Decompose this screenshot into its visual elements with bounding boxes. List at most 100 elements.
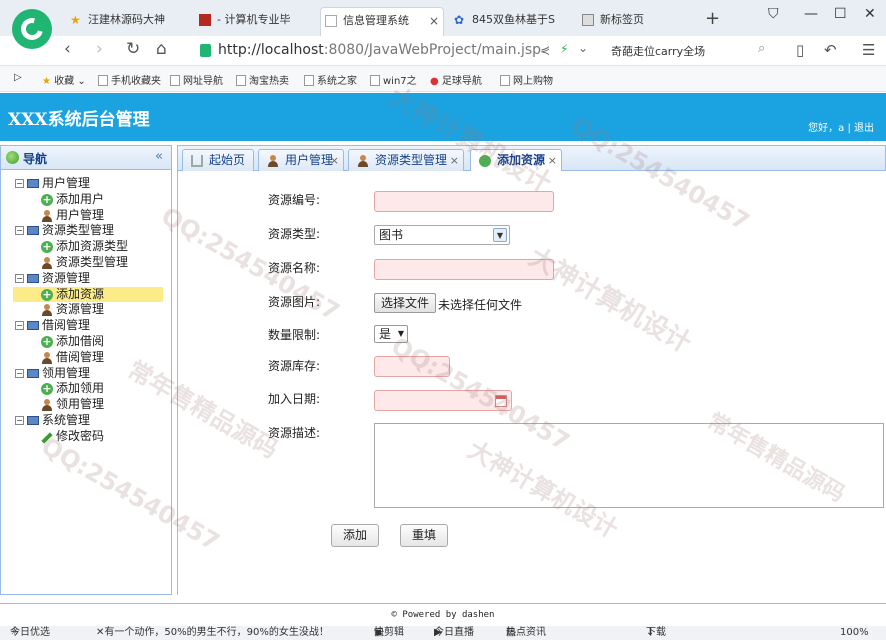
tab-user-manage[interactable]: 用户管理 × (258, 149, 344, 171)
tree-group[interactable]: − 资源管理 (1, 271, 171, 287)
add-date-input[interactable] (374, 390, 512, 411)
quantity-limit-select[interactable]: 是 ▼ (374, 325, 408, 343)
limit-label: 数量限制: (268, 328, 321, 342)
collapse-toggle-icon[interactable]: − (15, 273, 24, 283)
browser-tab-5[interactable]: 新标签页 (578, 7, 688, 36)
calendar-icon[interactable] (495, 395, 507, 407)
phone-icon[interactable]: ▯ (796, 41, 804, 59)
tree-item[interactable]: + 添加用户 (1, 192, 171, 208)
user-icon (41, 209, 53, 222)
chevron-down-icon: ▼ (397, 329, 404, 338)
tree-item[interactable]: + 添加借阅 (1, 334, 171, 350)
chevron-down-icon[interactable]: ⌄ (578, 41, 588, 55)
collapse-toggle-icon[interactable]: − (15, 415, 24, 425)
page-icon (500, 75, 510, 86)
bookmark-win7[interactable]: win7之 (370, 72, 417, 87)
home-icon[interactable]: ⌂ (156, 39, 167, 59)
site-icon (199, 14, 211, 26)
tree-item[interactable]: 资源管理 (1, 302, 171, 318)
browser-tab-2[interactable]: - 计算机专业毕 (195, 7, 315, 36)
add-button[interactable]: 添加 (331, 524, 379, 547)
shirt-icon[interactable]: ⛉ (768, 6, 779, 22)
menu-icon[interactable]: ☰ (862, 41, 875, 59)
search-icon[interactable]: ⌕ (758, 41, 765, 56)
resource-code-input[interactable] (374, 191, 554, 212)
bookmark-system[interactable]: 系统之家 (304, 72, 357, 87)
tree-item[interactable]: 借阅管理 (1, 350, 171, 366)
share-icon[interactable]: ⋞ (540, 43, 550, 57)
stock-label: 资源库存: (268, 359, 321, 373)
close-tab-icon[interactable]: × (429, 8, 439, 34)
bookmark-shopping[interactable]: 网上购物 (500, 72, 553, 87)
tree-item[interactable]: 领用管理 (1, 397, 171, 413)
add-icon: + (41, 382, 53, 396)
close-window-icon[interactable]: ✕ (864, 6, 876, 22)
tree-group[interactable]: − 资源类型管理 (1, 223, 171, 239)
bookmark-taobao[interactable]: 淘宝热卖 (236, 72, 289, 87)
resource-stock-input[interactable] (374, 356, 450, 377)
choose-file-button[interactable]: 选择文件 (374, 293, 437, 313)
monitor-icon (27, 179, 39, 188)
page-icon (98, 75, 108, 86)
user-icon (41, 399, 53, 412)
tree-group[interactable]: − 用户管理 (1, 176, 171, 192)
tree-group[interactable]: − 领用管理 (1, 366, 171, 382)
maximize-icon[interactable]: ☐ (834, 6, 847, 22)
tree-item[interactable]: 资源类型管理 (1, 255, 171, 271)
user-logout-text[interactable]: 您好，a | 退出 (808, 119, 874, 134)
minimize-icon[interactable]: — (804, 6, 818, 22)
browser-tab-1[interactable]: ★ 汪建林源码大神 (66, 7, 184, 36)
refresh-icon[interactable]: ↻ (126, 39, 140, 59)
tab-resource-type-manage[interactable]: 资源类型管理 × (348, 149, 464, 171)
tree-item[interactable]: 修改密码 (1, 429, 171, 445)
close-tab-icon[interactable]: × (450, 150, 459, 171)
nav-panel: 导航 « − 用户管理 + 添加用户 用户管理 − 资源类型管理 + 添加资源类型 资源类型管理 −… (0, 145, 172, 595)
add-icon: + (41, 192, 53, 206)
forward-icon[interactable]: › (96, 39, 103, 59)
zoom-level[interactable]: 100% (840, 626, 869, 640)
tab-add-resource[interactable]: 添加资源 × (470, 149, 562, 172)
bookmark-nav[interactable]: 网址导航 (170, 72, 223, 87)
browser-tab-active[interactable]: 信息管理系统 × (320, 7, 444, 36)
url-field[interactable]: http://localhost:8080/JavaWebProject/mai… (196, 40, 786, 62)
tree-item[interactable]: + 添加资源 (1, 286, 171, 303)
new-tab-button[interactable]: + (705, 8, 720, 29)
sidebar-toggle-icon[interactable]: ▷ (14, 72, 22, 83)
lightning-icon[interactable]: ⚡ (560, 42, 568, 56)
page-icon (325, 15, 337, 27)
collapse-toggle-icon[interactable]: − (15, 321, 24, 331)
collapse-toggle-icon[interactable]: − (15, 226, 24, 236)
bookmark-favorites[interactable]: ★ 收藏 ⌄ (42, 72, 86, 87)
tree-group[interactable]: − 借阅管理 (1, 318, 171, 334)
star-icon: ★ (70, 13, 81, 27)
chevron-down-icon: ▼ (493, 228, 507, 242)
browser-tab-4[interactable]: ✿ 845双鱼林基于S (450, 7, 570, 36)
page-icon (236, 75, 246, 86)
resource-type-select[interactable]: 图书 ▼ (374, 225, 510, 245)
close-tab-icon[interactable]: × (330, 150, 339, 171)
resource-name-input[interactable] (374, 259, 554, 280)
add-icon (479, 155, 491, 167)
reset-button[interactable]: 重填 (400, 524, 448, 547)
tab-start-page[interactable]: 起始页 (182, 149, 254, 171)
bookmarks-bar: ▷ ★ 收藏 ⌄ 手机收藏夹 网址导航 淘宝热卖 系统之家 win7之 ● 足球… (0, 66, 886, 92)
collapse-toggle-icon[interactable]: − (15, 179, 24, 188)
app-title: XXX系统后台管理 (8, 110, 150, 130)
tree-item[interactable]: + 添加领用 (1, 381, 171, 397)
tree-item[interactable]: + 添加资源类型 (1, 239, 171, 255)
collapse-toggle-icon[interactable]: − (15, 368, 24, 378)
page-icon (370, 75, 380, 86)
news-ticker[interactable]: ✕ 有一个动作，50%的男生不行，90%的女生没战！ (96, 626, 329, 640)
close-tab-icon[interactable]: × (548, 150, 557, 171)
collapse-icon[interactable]: « (155, 149, 163, 164)
bookmark-football[interactable]: ● 足球导航 (430, 72, 482, 87)
user-icon (357, 155, 369, 167)
resource-description-textarea[interactable] (374, 423, 884, 508)
user-icon (41, 351, 53, 364)
undo-icon[interactable]: ↶ (824, 41, 837, 59)
bookmark-mobile[interactable]: 手机收藏夹 (98, 72, 161, 87)
back-icon[interactable]: ‹ (64, 39, 71, 59)
name-label: 资源名称: (268, 261, 321, 275)
tree-item[interactable]: 用户管理 (1, 208, 171, 224)
tree-group[interactable]: − 系统管理 (1, 413, 171, 429)
